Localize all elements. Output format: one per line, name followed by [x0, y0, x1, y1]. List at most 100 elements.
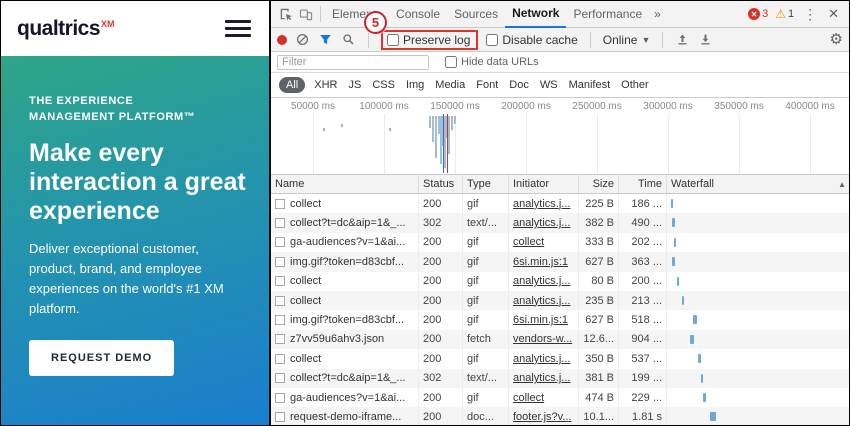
cell-name: ga-audiences?v=1&ai... [271, 388, 419, 407]
type-filter-font[interactable]: Font [476, 79, 498, 91]
type-filter-all[interactable]: All [279, 77, 305, 93]
device-toolbar-icon[interactable] [297, 5, 315, 23]
waterfall-bar [710, 412, 716, 421]
network-overview[interactable]: 50000 ms100000 ms150000 ms200000 ms25000… [271, 98, 849, 175]
type-filter-img[interactable]: Img [406, 79, 424, 91]
table-row[interactable]: img.gif?token=d83cbf...200gif6si.min.js:… [271, 252, 849, 271]
tab-sources[interactable]: Sources [447, 2, 505, 27]
table-row[interactable]: collect200gifanalytics.j...225 B186 ... [271, 194, 849, 213]
cell-size: 350 B [579, 349, 619, 368]
column-header-size[interactable]: Size [579, 175, 619, 193]
devtools-menu-kebab-icon[interactable]: ⋮ [801, 6, 819, 23]
filter-funnel-icon[interactable] [318, 32, 333, 47]
hamburger-menu-icon[interactable] [225, 20, 251, 37]
table-row[interactable]: z7vv59u6ahv3.json200fetchvendors-w...12.… [271, 330, 849, 349]
column-header-name[interactable]: Name [271, 175, 419, 193]
tab-performance[interactable]: Performance [566, 2, 649, 27]
cell-name: img.gif?token=d83cbf... [271, 252, 419, 271]
initiator-link[interactable]: vendors-w... [513, 333, 572, 345]
cell-name: collect [271, 349, 419, 368]
overview-activity-dot [323, 128, 325, 131]
table-row[interactable]: ga-audiences?v=1&ai...200gifcollect333 B… [271, 233, 849, 252]
type-filter-doc[interactable]: Doc [509, 79, 529, 91]
type-filter-manifest[interactable]: Manifest [569, 79, 611, 91]
initiator-link[interactable]: analytics.j... [513, 295, 570, 307]
initiator-link[interactable]: analytics.j... [513, 353, 570, 365]
import-har-icon[interactable] [675, 32, 690, 47]
disable-cache-checkbox[interactable] [486, 34, 498, 46]
type-filter-css[interactable]: CSS [372, 79, 395, 91]
type-filter-media[interactable]: Media [435, 79, 465, 91]
initiator-link[interactable]: analytics.j... [513, 198, 570, 210]
table-row[interactable]: collect200gifanalytics.j...235 B213 ... [271, 291, 849, 310]
inspect-element-icon[interactable] [277, 5, 295, 23]
initiator-link[interactable]: analytics.j... [513, 217, 570, 229]
initiator-link[interactable]: footer.js?v... [513, 411, 572, 423]
type-filter-js[interactable]: JS [348, 79, 361, 91]
table-row[interactable]: collect?t=dc&aip=1&_...302text/...analyt… [271, 213, 849, 232]
cell-size: 12.6... [579, 330, 619, 349]
cell-size: 382 B [579, 213, 619, 232]
cell-waterfall [667, 369, 849, 388]
table-row[interactable]: collect200gifanalytics.j...350 B537 ... [271, 349, 849, 368]
request-demo-button[interactable]: REQUEST DEMO [29, 340, 174, 376]
cell-name: collect [271, 291, 419, 310]
screenshot-root: qualtricsXM THE EXPERIENCE MANAGEMENT PL… [0, 0, 850, 426]
tab-network[interactable]: Network [505, 1, 566, 28]
qualtrics-logo[interactable]: qualtricsXM [17, 17, 115, 41]
error-badge[interactable]: ✕ 3 [748, 8, 768, 20]
filter-input[interactable] [277, 55, 429, 70]
cell-name: collect [271, 272, 419, 291]
table-row[interactable]: collect200gifanalytics.j...80 B200 ... [271, 272, 849, 291]
more-tabs-chevron[interactable]: » [649, 7, 666, 21]
initiator-link[interactable]: 6si.min.js:1 [513, 256, 568, 268]
cell-initiator: 6si.min.js:1 [509, 310, 579, 329]
overview-tick-label: 400000 ms [785, 101, 834, 112]
type-filter-other[interactable]: Other [621, 79, 649, 91]
throttling-dropdown[interactable]: Online ▼ [603, 33, 651, 47]
cell-size: 80 B [579, 272, 619, 291]
column-header-initiator[interactable]: Initiator [509, 175, 579, 193]
hide-data-urls-checkbox[interactable] [445, 56, 457, 68]
table-row[interactable]: collect?t=dc&aip=1&_...302text/...analyt… [271, 369, 849, 388]
error-icon: ✕ [748, 8, 760, 20]
warning-badge[interactable]: ⚠ 1 [775, 8, 794, 20]
hide-data-urls-group[interactable]: Hide data URLs [445, 56, 539, 68]
column-header-status[interactable]: Status [419, 175, 463, 193]
hero-eyebrow: THE EXPERIENCE MANAGEMENT PLATFORM™ [29, 94, 207, 126]
cell-status: 200 [419, 233, 463, 252]
clear-button[interactable] [295, 32, 310, 47]
export-har-icon[interactable] [698, 32, 713, 47]
column-header-type[interactable]: Type [463, 175, 509, 193]
table-header: Name Status Type Initiator Size Time Wat… [271, 175, 849, 194]
gear-icon[interactable]: ⚙ [830, 32, 843, 47]
devtools-close-icon[interactable]: ✕ [826, 6, 841, 22]
table-row[interactable]: img.gif?token=d83cbf...200gif6si.min.js:… [271, 310, 849, 329]
cell-status: 200 [419, 272, 463, 291]
overview-activity-bar [448, 116, 450, 154]
table-row[interactable]: ga-audiences?v=1&ai...200gifcollect474 B… [271, 388, 849, 407]
overview-activity-bar [435, 116, 437, 158]
preserve-log-checkbox[interactable] [387, 34, 399, 46]
type-filter-ws[interactable]: WS [540, 79, 558, 91]
initiator-link[interactable]: analytics.j... [513, 372, 570, 384]
tab-console[interactable]: Console [389, 2, 447, 27]
disable-cache-checkbox-group[interactable]: Disable cache [486, 33, 577, 47]
cell-status: 200 [419, 349, 463, 368]
cell-status: 200 [419, 291, 463, 310]
search-icon[interactable] [341, 32, 356, 47]
initiator-link[interactable]: analytics.j... [513, 275, 570, 287]
column-header-waterfall[interactable]: Waterfall ▲ [667, 175, 849, 193]
cell-type: text/... [463, 213, 509, 232]
cell-time: 186 ... [619, 194, 667, 213]
initiator-link[interactable]: 6si.min.js:1 [513, 314, 568, 326]
type-filter-xhr[interactable]: XHR [314, 79, 337, 91]
record-button[interactable] [277, 35, 287, 45]
preserve-log-checkbox-group[interactable]: Preserve log [387, 33, 470, 47]
initiator-link[interactable]: collect [513, 236, 544, 248]
table-row[interactable]: request-demo-iframe...200doc...footer.js… [271, 407, 849, 425]
overview-tick-label: 200000 ms [501, 101, 550, 112]
column-header-time[interactable]: Time [619, 175, 667, 193]
network-filter-row: Hide data URLs [271, 52, 849, 73]
initiator-link[interactable]: collect [513, 392, 544, 404]
